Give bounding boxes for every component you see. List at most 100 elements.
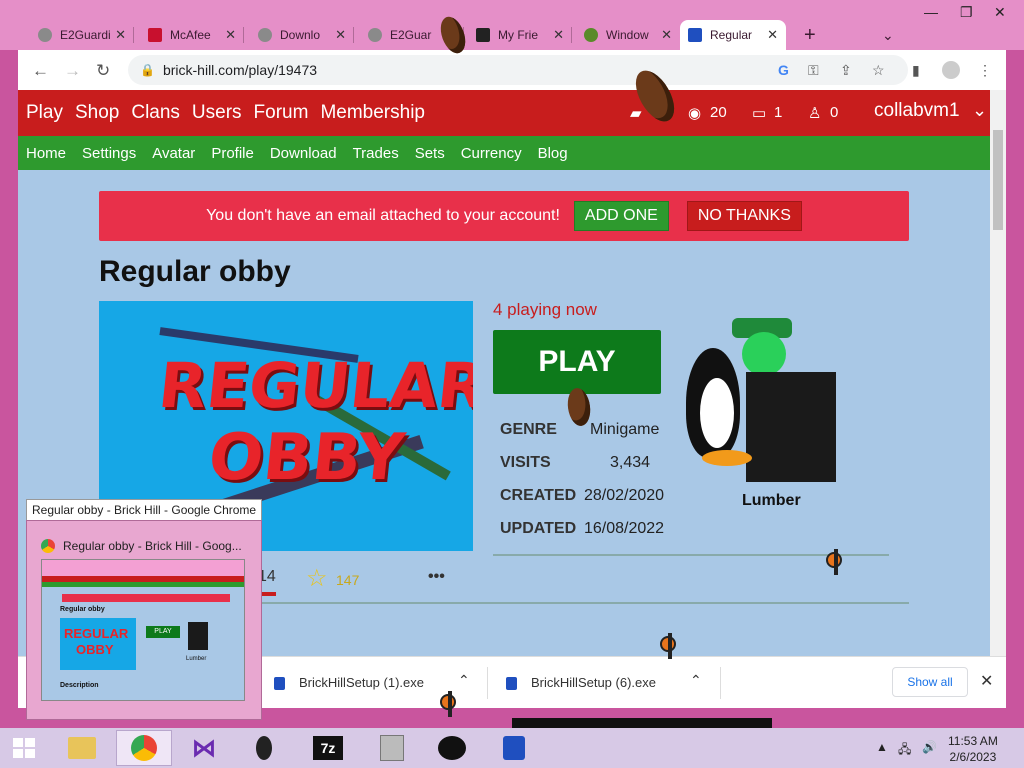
friends-count[interactable]: 0 (830, 104, 838, 121)
close-icon[interactable]: ✕ (661, 27, 672, 43)
download-item-2[interactable]: BrickHillSetup (6).exe (506, 675, 656, 691)
subnav-sets[interactable]: Sets (415, 145, 445, 162)
messages-icon: ▭ (752, 105, 767, 122)
lock-icon: 🔒 (140, 63, 155, 77)
creator-name[interactable]: Lumber (742, 492, 801, 510)
key-icon[interactable]: ⚿ (808, 62, 819, 79)
system-clock[interactable]: 11:53 AM 2/6/2023 (948, 733, 998, 765)
subnav-home[interactable]: Home (26, 145, 66, 162)
tab-mcafee[interactable]: McAfee ✕ (140, 20, 244, 50)
tab-e2guardian-1[interactable]: E2Guardi ✕ (30, 20, 134, 50)
close-window-button[interactable]: ✕ (994, 4, 1006, 21)
chevron-up-icon[interactable]: ⌃ (690, 672, 702, 689)
google-icon[interactable]: G (778, 62, 789, 78)
play-button[interactable]: PLAY (493, 330, 661, 394)
close-icon[interactable]: ✕ (115, 27, 126, 43)
subnav-profile[interactable]: Profile (211, 145, 254, 162)
show-hidden-icons-chevron-icon[interactable]: ▲ (876, 740, 888, 754)
site-sub-nav: Home Settings Avatar Profile Download Tr… (18, 136, 990, 170)
address-bar[interactable]: 🔒 brick-hill.com/play/19473 (128, 55, 908, 85)
tab-download[interactable]: Downlo ✕ (250, 20, 354, 50)
username-menu[interactable]: collabvm1 (874, 100, 960, 122)
no-thanks-button[interactable]: NO THANKS (686, 201, 802, 231)
nav-play[interactable]: Play (26, 102, 63, 124)
maximize-button[interactable]: ❐ (960, 4, 973, 21)
bank-icon (476, 28, 490, 42)
network-icon[interactable]: 🖧 (898, 740, 911, 761)
nav-forum[interactable]: Forum (254, 102, 309, 124)
tab-search-chevron-icon[interactable]: ⌄ (874, 20, 898, 50)
side-panel-icon[interactable]: ▮ (912, 62, 920, 79)
chrome-icon (41, 539, 55, 553)
tab-regular-obby[interactable]: Regular ✕ (680, 20, 786, 50)
subnav-trades[interactable]: Trades (353, 145, 399, 162)
subnav-settings[interactable]: Settings (82, 145, 136, 162)
tab-window[interactable]: Window ✕ (576, 20, 680, 50)
bucks-icon[interactable]: ▰ (630, 104, 642, 122)
close-icon[interactable]: ✕ (980, 671, 993, 691)
folder-icon (68, 737, 96, 759)
add-email-button[interactable]: ADD ONE (573, 201, 669, 231)
close-icon[interactable]: ✕ (553, 27, 564, 43)
messages-count[interactable]: 1 (774, 104, 782, 121)
nav-users[interactable]: Users (192, 102, 242, 124)
profile-avatar-icon[interactable] (942, 61, 960, 79)
download-item-1[interactable]: BrickHillSetup (1).exe (274, 675, 424, 691)
more-options-button[interactable]: ••• (428, 568, 445, 586)
menu-kebab-icon[interactable]: ⋮ (978, 62, 992, 79)
players-online: 4 playing now (493, 300, 597, 319)
file-explorer-button[interactable] (58, 730, 106, 766)
close-icon[interactable]: ✕ (767, 27, 778, 43)
ladybug-sprite (440, 691, 456, 717)
show-all-button[interactable]: Show all (892, 667, 968, 697)
updated-label: UPDATED (500, 520, 577, 537)
new-tab-button[interactable]: + (796, 20, 820, 50)
installer-icon (380, 735, 404, 761)
bookmark-star-icon[interactable]: ☆ (872, 62, 885, 79)
mcafee-icon (148, 28, 162, 42)
7zip-button[interactable]: 7z (304, 730, 352, 766)
nav-shop[interactable]: Shop (75, 102, 119, 124)
pingu-app-button[interactable] (428, 730, 476, 766)
bits-icon: ◉ (688, 105, 702, 122)
visual-studio-button[interactable]: ⋈ (180, 730, 228, 766)
reload-icon[interactable]: ↻ (96, 61, 110, 81)
close-icon[interactable]: ✕ (225, 27, 236, 43)
installer-button[interactable] (368, 730, 416, 766)
back-arrow-icon[interactable]: ← (32, 61, 49, 81)
chrome-taskbar-button[interactable] (116, 730, 172, 766)
subnav-download[interactable]: Download (270, 145, 337, 162)
tab-my-friend[interactable]: My Frie ✕ (468, 20, 572, 50)
nav-membership[interactable]: Membership (320, 102, 425, 124)
chrome-icon (131, 735, 157, 761)
browser-toolbar: ← → ↻ 🔒 brick-hill.com/play/19473 G ⚿ ⇪ … (18, 50, 1006, 90)
globe-icon (258, 28, 272, 42)
preview-thumbnail: Regular obby REGULAR OBBY PLAY Lumber De… (41, 559, 245, 701)
close-icon[interactable]: ✕ (335, 27, 346, 43)
brickhill-icon (274, 677, 285, 691)
start-button[interactable] (0, 730, 48, 766)
creator-avatar[interactable] (686, 308, 846, 483)
brickhill-icon (506, 677, 517, 691)
thumbnail-title-line2: OBBY (205, 421, 408, 495)
browser-tab-strip: E2Guardi✕ McAfee✕ Downlo✕ E2Guar✕ My Fri… (0, 0, 1024, 50)
site-top-nav: Play Shop Clans Users Forum Membership (18, 90, 990, 136)
nav-clans[interactable]: Clans (131, 102, 180, 124)
subnav-currency[interactable]: Currency (461, 145, 522, 162)
share-icon[interactable]: ⇪ (840, 62, 852, 79)
chevron-down-icon[interactable]: ⌄ (972, 100, 987, 121)
subnav-avatar[interactable]: Avatar (152, 145, 195, 162)
bits-count[interactable]: 20 (710, 104, 727, 121)
roach-app-button[interactable] (240, 730, 288, 766)
chevron-up-icon[interactable]: ⌃ (458, 672, 470, 689)
forward-arrow-icon[interactable]: → (64, 61, 81, 81)
brickhill-app-button[interactable] (490, 730, 538, 766)
subnav-blog[interactable]: Blog (538, 145, 568, 162)
volume-icon[interactable]: 🔊 (922, 740, 937, 754)
page-scrollbar[interactable] (990, 90, 1006, 656)
scrollbar-thumb[interactable] (993, 130, 1003, 230)
taskbar-thumbnail-preview[interactable]: Regular obby - Brick Hill - Goog... Regu… (26, 520, 262, 720)
star-icon[interactable]: ☆ (306, 564, 328, 593)
minimize-button[interactable]: — (924, 4, 938, 20)
ladybug-sprite (660, 633, 676, 659)
